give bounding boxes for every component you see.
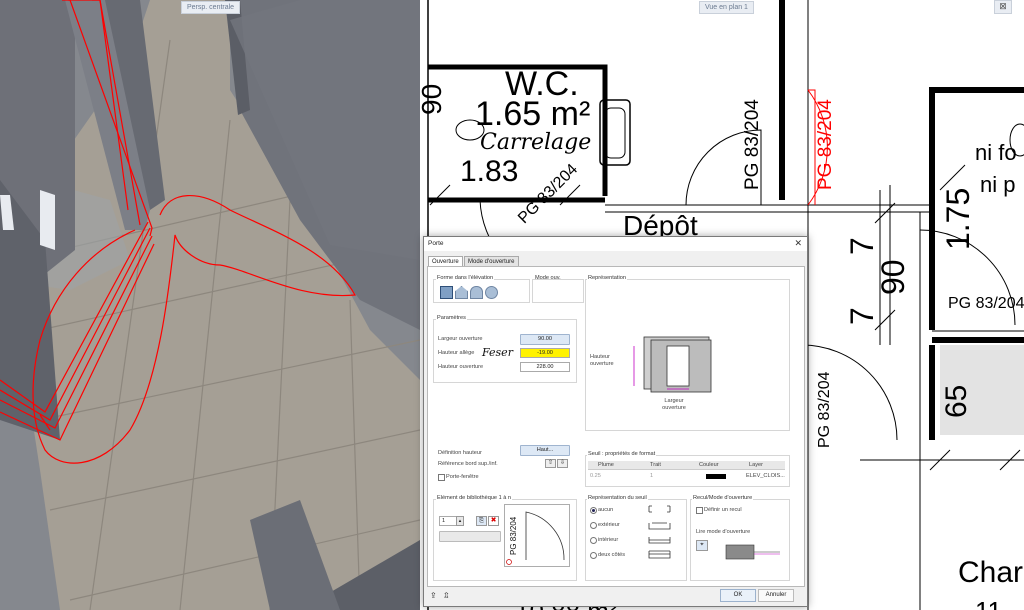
seuil-symbols (648, 505, 671, 559)
perspective-viewport-tab[interactable]: Persp. centrale (181, 1, 241, 14)
forme-label: Forme dans l'élévation (436, 275, 495, 281)
handwritten-note: Feser (482, 346, 513, 359)
definition-hauteur-label: Définition hauteur (438, 450, 482, 456)
room-text: ni fo (975, 140, 1017, 165)
seuil-option-label: deux côtés (598, 552, 626, 558)
seuil-group (585, 455, 790, 487)
wc-dimension: 1.83 (460, 155, 519, 188)
rep-largeur-label: Largeur ouverture (662, 398, 686, 411)
hauteur-ouverture-input[interactable]: 228.00 (520, 362, 570, 372)
mode-group (532, 279, 584, 303)
door-label: PG 83/204 (948, 295, 1024, 312)
stepper-icon[interactable]: ▴ (456, 516, 464, 526)
rep-seuil-label: Représentation du seuil (587, 495, 648, 501)
dimension-7b: 7 (844, 307, 880, 325)
arrow-up-icon[interactable]: ⇧ (545, 459, 556, 468)
dimension-7: 7 (844, 237, 880, 255)
parametres-label: Paramètres (436, 315, 467, 321)
close-icon[interactable]: ✕ (794, 238, 802, 249)
bib-counter-input[interactable]: 1 (439, 516, 457, 526)
plan-close-icon[interactable]: ⊠ (994, 0, 1012, 14)
library-icon[interactable]: ⎘ (476, 516, 487, 526)
arrow-down-icon[interactable]: ⇩ (557, 459, 568, 468)
seuil-deux-cotes-radio[interactable] (590, 552, 597, 559)
room-text: ni p (980, 172, 1016, 197)
seuil-aucun-radio[interactable] (590, 507, 597, 514)
seuil-header: Couleur (699, 462, 719, 468)
largeur-label: Largeur ouverture (438, 336, 483, 342)
dimension-90: 90 (875, 259, 911, 295)
hauteur-ouverture-label: Hauteur ouverture (438, 364, 484, 370)
seuil-header: Layer (749, 462, 763, 468)
dialog-title: Porte (428, 240, 444, 247)
hauteur-allege-input[interactable]: -19.00 (520, 348, 570, 358)
seuil-option-label: intérieur (598, 537, 619, 543)
door-preview-label: PG 83/204 (509, 516, 518, 555)
seuil-interieur-radio[interactable] (590, 537, 597, 544)
dimension-175: 1.75 (940, 187, 976, 250)
lire-mode-label: Lire mode d'ouverture (696, 529, 751, 535)
seuil-plume-value[interactable]: 0.25 (590, 473, 601, 479)
seuil-header: Trait (650, 462, 661, 468)
pick-mode-icon[interactable]: ⌖ (696, 540, 708, 551)
wc-dimension-vertical: 90 (420, 83, 447, 115)
bib-empty-button[interactable] (439, 531, 501, 542)
seuil-trait-value[interactable]: 1 (650, 473, 653, 479)
hauteur-allege-label: Hauteur allège (438, 350, 475, 356)
round-shape-icon[interactable] (485, 286, 498, 299)
seuil-label: Seuil : propriétés de format (587, 451, 657, 457)
wc-floor-finish: Carrelage (480, 130, 592, 155)
definir-recul-checkbox[interactable] (696, 507, 703, 514)
door-label-selected: PG 83/204 (815, 99, 836, 190)
porte-dialog: Porte ✕ Ouverture Mode d'ouverture Forme… (423, 236, 808, 607)
seuil-option-label: aucun (598, 507, 614, 513)
arch-shape-icon[interactable] (470, 286, 483, 299)
rep-hauteur-label: Hauteur ouverture (590, 354, 614, 367)
seuil-option-label: extérieur (598, 522, 620, 528)
seuil-header: Plume (598, 462, 614, 468)
seuil-exterieur-radio[interactable] (590, 522, 597, 529)
dialog-titlebar[interactable]: Porte ✕ (424, 237, 807, 251)
room-number: 11 (975, 596, 1002, 610)
import-icon[interactable]: ⇪ (430, 591, 439, 600)
largeur-input[interactable]: 90.00 (520, 334, 570, 345)
wc-room-area: 1.65 m² (475, 95, 591, 133)
reference-label: Référence bord sup./inf. (438, 461, 498, 467)
porte-fenetre-label: Porte-fenêtre (446, 474, 479, 480)
plan-viewport-tab[interactable]: Vue en plan 1 (699, 1, 754, 14)
door-label: PG 83/204 (816, 371, 833, 449)
perspective-render (0, 0, 420, 610)
ok-button[interactable]: OK (720, 589, 756, 602)
representation-label: Représentation (587, 275, 627, 281)
export-icon[interactable]: ⇫ (443, 591, 452, 600)
delete-icon[interactable]: ✖ (488, 516, 499, 526)
door-label: PG 83/204 (742, 99, 763, 190)
seuil-layer-value[interactable]: ELEV_CLOIS... (746, 473, 785, 479)
bibliotheque-label: Elément de bibliothèque 1 à n (436, 495, 513, 501)
room-name-char: Char (958, 556, 1024, 589)
cancel-button[interactable]: Annuler (758, 589, 794, 602)
recul-label: Recul/Mode d'ouverture (692, 495, 754, 501)
porte-fenetre-checkbox[interactable] (438, 474, 445, 481)
perspective-viewport[interactable]: Persp. centrale (0, 0, 420, 610)
dimension-65: 65 (940, 384, 973, 418)
seuil-color-swatch[interactable] (706, 474, 726, 479)
mode-preview (725, 544, 780, 560)
definir-recul-label: Définir un recul (704, 507, 742, 513)
haut-button[interactable]: Haut... (520, 445, 570, 456)
rectangle-shape-icon[interactable] (440, 286, 453, 299)
